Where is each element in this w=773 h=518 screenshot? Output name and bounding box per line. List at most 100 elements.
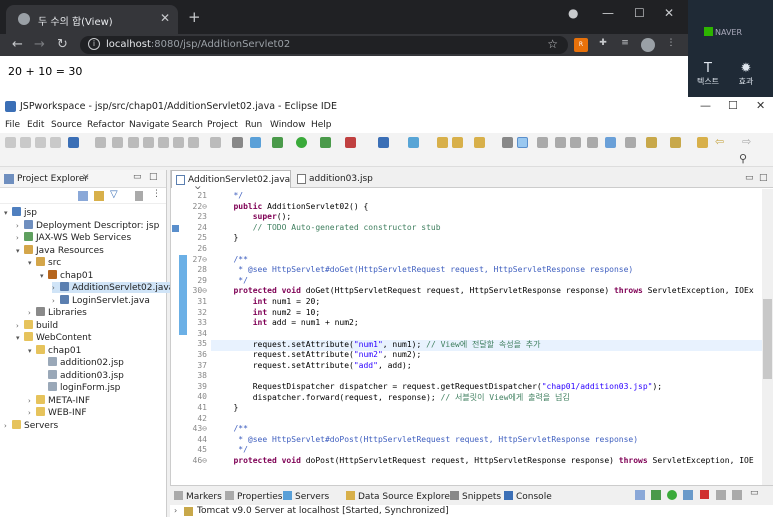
code-line[interactable]: // TODO Auto-generated constructor stub <box>219 223 441 232</box>
open-type-icon[interactable] <box>474 137 485 148</box>
tree-item[interactable]: › Deployment Descriptor: jsp <box>16 219 159 231</box>
chevron-right-icon[interactable]: › <box>16 234 24 242</box>
tree-item[interactable]: › WEB-INF <box>28 407 87 418</box>
scrollbar-thumb[interactable] <box>763 299 772 379</box>
tree-item[interactable]: › Servers <box>4 419 58 431</box>
close-view-icon[interactable]: ✕ <box>82 173 90 183</box>
code-line[interactable]: */ <box>219 276 248 285</box>
chevron-right-icon[interactable]: › <box>16 322 24 330</box>
more-icon[interactable]: ⋮ <box>152 189 161 199</box>
link-with-editor-icon[interactable] <box>94 191 104 201</box>
tree-item[interactable]: ▾ chap01 <box>28 344 81 356</box>
menu-run[interactable]: Run <box>245 120 262 130</box>
code-line[interactable]: * @see HttpServlet#doGet(HttpServletRequ… <box>219 265 633 274</box>
menu-search[interactable]: Search <box>172 120 203 130</box>
profile-server-icon[interactable] <box>683 490 693 500</box>
external-tools-icon[interactable] <box>345 137 356 148</box>
minimize-icon[interactable]: — <box>602 6 614 20</box>
search-icon[interactable]: ⚲ <box>739 153 750 165</box>
code-line[interactable]: public AdditionServlet02() { <box>219 202 368 211</box>
maximize-icon[interactable]: ☐ <box>728 99 738 112</box>
menu-source[interactable]: Source <box>51 120 82 130</box>
project-explorer-title[interactable]: Project Explorer <box>17 174 88 184</box>
menu-edit[interactable]: Edit <box>27 120 44 130</box>
word-wrap-icon[interactable] <box>555 137 566 148</box>
chevron-right-icon[interactable]: › <box>174 506 177 515</box>
tab-markers[interactable]: Markers <box>174 491 222 502</box>
collapse-all-icon[interactable] <box>78 191 88 201</box>
tab-properties[interactable]: Properties <box>225 491 282 502</box>
chevron-right-icon[interactable]: › <box>16 222 24 230</box>
code-line[interactable]: request.setAttribute("num1", num1); // V… <box>219 339 541 350</box>
tree-item[interactable]: ▾ jsp <box>4 207 37 218</box>
media-list-icon[interactable]: ≡ <box>618 38 632 52</box>
menu-window[interactable]: Window <box>270 120 306 130</box>
tree-item[interactable]: › build <box>16 319 58 331</box>
last-edit-icon[interactable] <box>697 137 708 148</box>
servers-icon[interactable] <box>250 137 261 148</box>
code-line[interactable]: request.setAttribute("add", add); <box>219 361 412 370</box>
info-icon[interactable]: i <box>88 38 100 50</box>
code-line[interactable]: request.setAttribute("num2", num2); <box>219 350 422 359</box>
code-line[interactable]: protected void doGet(HttpServletRequest … <box>219 286 753 295</box>
effect-tool[interactable]: ✹ 효과 <box>726 62 766 87</box>
view-menu-icon[interactable] <box>135 191 143 201</box>
collapse-all-icon[interactable] <box>635 490 645 500</box>
code-line[interactable]: super(); <box>219 212 292 221</box>
new-java-project-icon[interactable] <box>408 137 419 148</box>
tree-item[interactable]: › JAX-WS Web Services <box>16 232 131 243</box>
avatar[interactable] <box>641 38 655 52</box>
close-window-icon[interactable]: ✕ <box>756 99 765 112</box>
vertical-scrollbar[interactable] <box>762 189 773 485</box>
tree-item[interactable]: › Libraries <box>28 307 87 318</box>
mark-occurrences-icon[interactable] <box>517 137 528 148</box>
menu-file[interactable]: File <box>5 120 20 130</box>
new-server-icon[interactable] <box>378 137 389 148</box>
skip-breakpoints-icon[interactable] <box>95 137 106 148</box>
block-selection-icon[interactable] <box>537 137 548 148</box>
tree-item[interactable]: addition03.jsp <box>40 369 124 381</box>
tab-snippets[interactable]: Snippets <box>450 491 501 502</box>
chevron-down-icon[interactable]: ▾ <box>4 209 12 217</box>
tree-item[interactable]: › LoginServlet.java <box>52 294 150 306</box>
url-input[interactable]: i localhost:8080/jsp/AdditionServlet02 ☆ <box>80 36 568 54</box>
task-icon[interactable] <box>625 137 636 148</box>
step-into-icon[interactable] <box>158 137 169 148</box>
step-return-icon[interactable] <box>188 137 199 148</box>
chevron-down-icon[interactable]: ▾ <box>16 334 24 342</box>
print-icon[interactable] <box>50 137 61 148</box>
code-line[interactable]: */ <box>219 191 243 200</box>
chevron-down-icon[interactable]: ▾ <box>16 247 24 255</box>
menu-navigate[interactable]: Navigate <box>129 120 169 130</box>
record-icon[interactable]: ● <box>568 6 578 20</box>
pilcrow-icon[interactable] <box>587 137 598 148</box>
code-line[interactable]: } <box>219 403 238 412</box>
forward-arrow-icon[interactable]: ⇨ <box>742 136 753 148</box>
editor-tab[interactable]: addition03.jsp <box>293 170 373 188</box>
tab-servers[interactable]: Servers <box>283 491 329 502</box>
tree-item[interactable]: ▾ WebContent <box>16 332 91 343</box>
stop-server-icon[interactable] <box>700 490 709 499</box>
debug-server-icon[interactable] <box>651 490 661 500</box>
code-line[interactable]: /** <box>219 424 247 433</box>
text-tool[interactable]: T 텍스트 <box>688 62 728 87</box>
new-tab-icon[interactable]: + <box>188 8 201 26</box>
tree-item[interactable]: addition02.jsp <box>40 357 124 368</box>
back-arrow-icon[interactable]: ⇦ <box>715 136 726 148</box>
minimize-icon[interactable]: — <box>700 99 711 112</box>
new-icon[interactable] <box>5 137 16 148</box>
code-line[interactable]: int add = num1 + num2; <box>219 318 359 327</box>
resume-icon[interactable] <box>112 137 123 148</box>
maximize-icon[interactable]: □ <box>149 172 158 182</box>
code-line[interactable]: int num1 = 20; <box>219 297 320 306</box>
code-line[interactable]: dispatcher.forward(request, response); /… <box>219 392 570 403</box>
chevron-right-icon[interactable]: › <box>28 309 36 317</box>
save-all-icon[interactable] <box>35 137 46 148</box>
maximize-icon[interactable]: □ <box>759 173 768 183</box>
coverage-icon[interactable] <box>320 137 331 148</box>
code-line[interactable]: * @see HttpServlet#doPost(HttpServletReq… <box>219 435 638 444</box>
back-arrow-icon[interactable]: ← <box>12 37 23 52</box>
new-package-icon[interactable] <box>437 137 448 148</box>
new-class-icon[interactable] <box>452 137 463 148</box>
terminate-icon[interactable] <box>143 137 154 148</box>
